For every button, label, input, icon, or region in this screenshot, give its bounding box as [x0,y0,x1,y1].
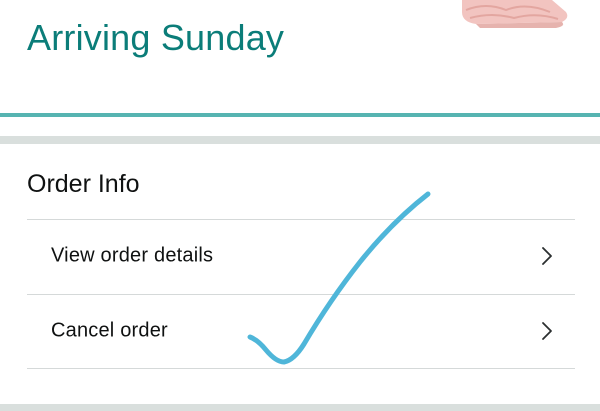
view-order-details-row[interactable]: View order details [27,220,575,292]
product-image[interactable] [456,0,574,32]
pink-blanket-icon [462,0,568,28]
delivery-status-heading: Arriving Sunday [27,17,285,58]
list-divider [27,368,575,369]
chevron-right-icon [542,322,552,340]
order-page: Arriving Sunday Order Info View order de… [0,0,600,411]
chevron-right-icon [542,247,552,265]
order-info-heading: Order Info [27,170,140,198]
section-divider-teal [0,113,600,117]
view-order-details-label: View order details [51,244,214,267]
cancel-order-row[interactable]: Cancel order [27,295,575,367]
cancel-order-label: Cancel order [51,319,168,342]
section-separator-bottom [0,404,600,411]
section-separator [0,136,600,144]
